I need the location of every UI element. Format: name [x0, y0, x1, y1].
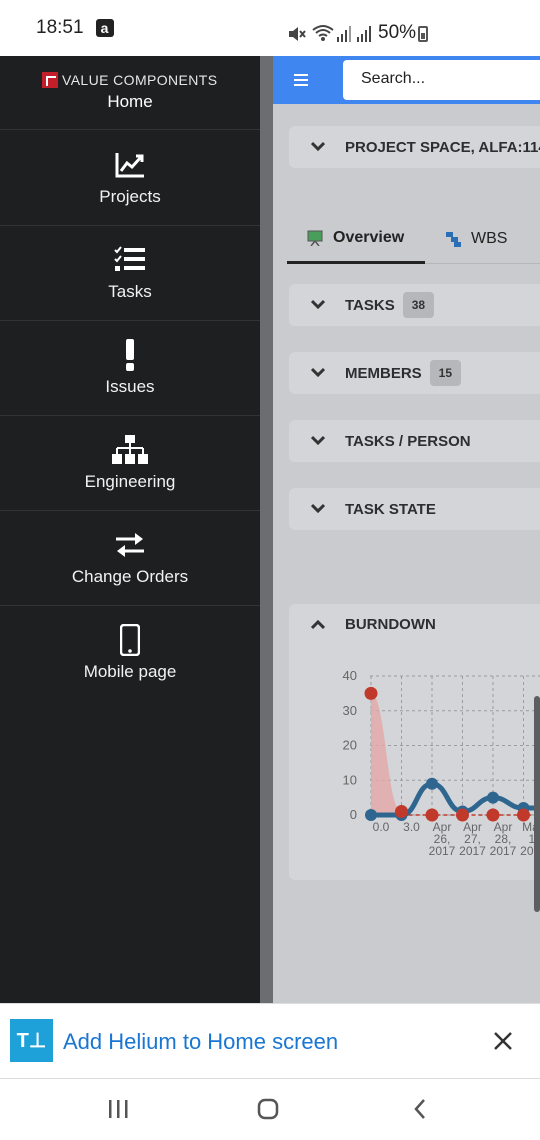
nav-item-engineering[interactable]: Engineering: [0, 416, 260, 511]
panel-tasks-per-person[interactable]: TASKS / PERSON: [289, 420, 540, 462]
amazon-icon: a: [95, 19, 114, 37]
x-tick-label: 0.0: [373, 820, 390, 834]
nav-label: Change Orders: [71, 567, 189, 586]
scrollbar[interactable]: [534, 696, 540, 912]
burndown-title: BURNDOWN: [345, 616, 436, 633]
exclamation-icon: [112, 339, 148, 371]
system-navigation-bar: [0, 1079, 540, 1140]
chevron-down-icon: [311, 435, 325, 446]
battery-icon: [418, 26, 428, 42]
y-tick-label: 30: [343, 703, 357, 718]
chevron-down-icon: [311, 299, 325, 310]
recent-apps-icon[interactable]: [100, 1093, 136, 1125]
battery-text: 50%: [378, 22, 417, 43]
nav-item-tasks[interactable]: Tasks: [0, 226, 260, 321]
logo-icon: [42, 72, 58, 88]
presentation-icon: [307, 230, 323, 246]
x-tick-label: 2017: [459, 844, 486, 858]
burndown-chart: 0102030400.0 3.0 Apr26,2017Apr27,2017Apr28…: [343, 668, 540, 858]
brand-logo: VALUE COMPONENTS: [42, 72, 218, 88]
count-badge: 15: [429, 360, 462, 386]
signal-icon: [337, 26, 351, 42]
wbs-icon: [446, 232, 461, 247]
nav-label: Mobile page: [83, 662, 177, 681]
add-to-home-banner[interactable]: T⊥ Add Helium to Home screen: [0, 1003, 540, 1079]
y-tick-label: 40: [343, 668, 357, 683]
tab-bar: Overview WBS: [287, 214, 540, 264]
data-point-blue: [365, 809, 377, 821]
exchange-icon: [112, 529, 148, 561]
status-bar: 18:51 a 50%: [0, 0, 540, 56]
nav-drawer: VALUE COMPONENTS Home Projects Tasks Iss…: [0, 56, 260, 1003]
data-point-blue: [487, 791, 499, 804]
chevron-down-icon: [311, 141, 325, 152]
data-point-red: [364, 686, 378, 700]
data-point-red: [486, 808, 500, 822]
chevron-down-icon: [311, 503, 325, 514]
y-tick-label: 0: [350, 807, 357, 822]
tab-overview-label: Overview: [333, 228, 405, 246]
mobile-icon: [112, 624, 148, 656]
home-icon[interactable]: [250, 1093, 286, 1125]
nav-label: Tasks: [108, 282, 152, 301]
home-link[interactable]: Home: [0, 92, 260, 112]
nav-label: Issues: [105, 377, 155, 396]
chevron-down-icon: [311, 367, 325, 378]
top-bar: Search...: [273, 56, 540, 104]
panel-tasks[interactable]: TASKS 38: [289, 284, 540, 326]
tab-wbs-label: WBS: [471, 230, 508, 247]
close-icon[interactable]: [488, 1026, 518, 1056]
data-point-red: [425, 808, 439, 822]
search-input[interactable]: Search...: [343, 60, 540, 100]
nav-label: Engineering: [84, 472, 176, 491]
x-tick-label: 2017: [490, 844, 517, 858]
hamburger-icon[interactable]: [273, 56, 329, 104]
data-point-red: [456, 808, 469, 822]
nav-item-issues[interactable]: Issues: [0, 321, 260, 416]
project-header[interactable]: PROJECT SPACE, ALFA:114: [289, 126, 540, 168]
main-content: PROJECT SPACE, ALFA:114 Overview WBS TAS…: [273, 104, 540, 1003]
drawer-edge: [260, 56, 273, 1003]
wifi-icon: [312, 25, 334, 41]
nav-item-mobile-page[interactable]: Mobile page: [0, 606, 260, 701]
y-tick-label: 10: [343, 772, 357, 787]
data-point-red: [395, 805, 408, 819]
helium-app-icon: T⊥: [10, 1019, 53, 1062]
signal-icon: [357, 26, 371, 42]
mute-icon: [289, 27, 306, 41]
project-title: PROJECT SPACE, ALFA:114: [345, 138, 540, 156]
series-area-red: [371, 693, 402, 815]
back-icon[interactable]: [402, 1093, 438, 1125]
tab-overview[interactable]: Overview: [287, 214, 425, 264]
x-tick-label: 3.0: [403, 820, 420, 834]
drawer-header[interactable]: VALUE COMPONENTS Home: [0, 56, 260, 130]
sitemap-icon: [112, 434, 148, 466]
task-list-icon: [112, 244, 148, 276]
tab-wbs[interactable]: WBS: [445, 214, 540, 264]
nav-item-change-orders[interactable]: Change Orders: [0, 511, 260, 606]
data-point-red: [517, 808, 530, 822]
panel-members-label: MEMBERS: [345, 364, 422, 382]
panel-task-state[interactable]: TASK STATE: [289, 488, 540, 530]
brand-name: VALUE COMPONENTS: [62, 72, 218, 88]
status-time: 18:51: [36, 17, 84, 38]
panel-members[interactable]: MEMBERS 15: [289, 352, 540, 394]
panel-tasks-per-person-label: TASKS / PERSON: [345, 432, 471, 450]
line-chart-icon: [112, 149, 148, 181]
panel-burndown: BURNDOWN 0 10 20 30 40 0.0 3.0 Apr 26, 2017 Apr 27,…: [289, 604, 540, 880]
nav-item-projects[interactable]: Projects: [0, 131, 260, 226]
y-tick-label: 20: [343, 738, 357, 753]
nav-label: Projects: [99, 187, 161, 206]
x-tick-label: 2017: [429, 844, 456, 858]
banner-text[interactable]: Add Helium to Home screen: [63, 1029, 338, 1055]
panel-tasks-label: TASKS: [345, 296, 395, 314]
panel-task-state-label: TASK STATE: [345, 500, 436, 518]
count-badge: 38: [402, 292, 435, 318]
chevron-up-icon[interactable]: [311, 618, 325, 632]
data-point-blue: [426, 777, 438, 790]
